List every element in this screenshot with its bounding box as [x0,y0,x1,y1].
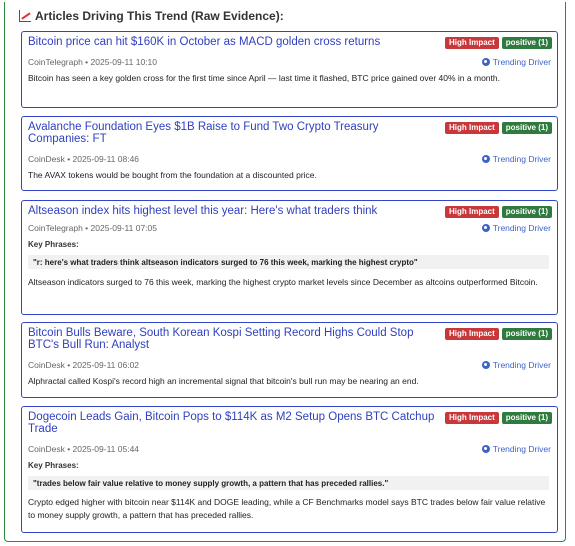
article-card: Bitcoin Bulls Beware, South Korean Kospi… [21,322,558,398]
article-title-link[interactable]: Avalanche Foundation Eyes $1B Raise to F… [28,121,438,145]
trending-icon [481,58,490,66]
trending-driver-link[interactable]: Trending Driver [481,57,551,67]
articles-panel: Articles Driving This Trend (Raw Evidenc… [4,2,566,542]
key-phrase-quote: "r: here's what traders think altseason … [28,255,549,269]
impact-badge: High Impact [444,122,499,134]
badge-group: High Impact positive (1) [444,328,552,340]
trending-driver-link[interactable]: Trending Driver [481,154,551,164]
trending-driver-link[interactable]: Trending Driver [481,444,551,454]
article-title-link[interactable]: Altseason index hits highest level this … [28,205,438,217]
article-title-link[interactable]: Bitcoin price can hit $160K in October a… [28,36,438,48]
trending-icon [481,445,490,453]
article-card: Avalanche Foundation Eyes $1B Raise to F… [21,116,558,191]
trending-driver-link[interactable]: Trending Driver [481,360,551,370]
sentiment-badge: positive (1) [501,122,552,134]
trending-driver-label: Trending Driver [492,360,551,370]
key-phrase-quote: "trades below fair value relative to mon… [28,476,549,490]
article-card: Dogecoin Leads Gain, Bitcoin Pops to $11… [21,406,558,533]
impact-badge: High Impact [444,328,499,340]
section-title-text: Articles Driving This Trend (Raw Evidenc… [35,9,284,23]
article-summary: Altseason indicators surged to 76 this w… [28,277,538,287]
impact-badge: High Impact [444,37,499,49]
badge-group: High Impact positive (1) [444,412,552,424]
impact-badge: High Impact [444,412,499,424]
article-summary: Crypto edged higher with bitcoin near $1… [28,497,546,520]
trending-driver-link[interactable]: Trending Driver [481,223,551,233]
trending-driver-label: Trending Driver [492,444,551,454]
trending-driver-label: Trending Driver [492,57,551,67]
sentiment-badge: positive (1) [501,328,552,340]
key-phrases-label: Key Phrases: [28,461,79,470]
chart-increasing-icon [19,10,31,22]
key-phrases-label: Key Phrases: [28,240,79,249]
article-summary: Alphractal called Kospi's record high an… [28,376,419,386]
article-card: Bitcoin price can hit $160K in October a… [21,31,558,108]
article-summary: The AVAX tokens would be bought from the… [28,170,317,180]
article-title-link[interactable]: Bitcoin Bulls Beware, South Korean Kospi… [28,327,438,351]
sentiment-badge: positive (1) [501,206,552,218]
badge-group: High Impact positive (1) [444,37,552,49]
section-title: Articles Driving This Trend (Raw Evidenc… [19,9,284,23]
article-meta: CoinTelegraph • 2025-09-11 07:05 [28,223,157,233]
article-summary: Bitcoin has seen a key golden cross for … [28,73,500,83]
trending-icon [481,361,490,369]
article-card: Altseason index hits highest level this … [21,200,558,315]
article-title-link[interactable]: Dogecoin Leads Gain, Bitcoin Pops to $11… [28,411,438,435]
trending-driver-label: Trending Driver [492,154,551,164]
badge-group: High Impact positive (1) [444,206,552,218]
sentiment-badge: positive (1) [501,37,552,49]
sentiment-badge: positive (1) [501,412,552,424]
article-meta: CoinDesk • 2025-09-11 06:02 [28,360,140,370]
article-meta: CoinTelegraph • 2025-09-11 10:10 [28,57,157,67]
article-meta: CoinDesk • 2025-09-11 08:46 [28,154,140,164]
badge-group: High Impact positive (1) [444,122,552,134]
article-meta: CoinDesk • 2025-09-11 05:44 [28,444,140,454]
trending-driver-label: Trending Driver [492,223,551,233]
impact-badge: High Impact [444,206,499,218]
trending-icon [481,224,490,232]
trending-icon [481,155,490,163]
